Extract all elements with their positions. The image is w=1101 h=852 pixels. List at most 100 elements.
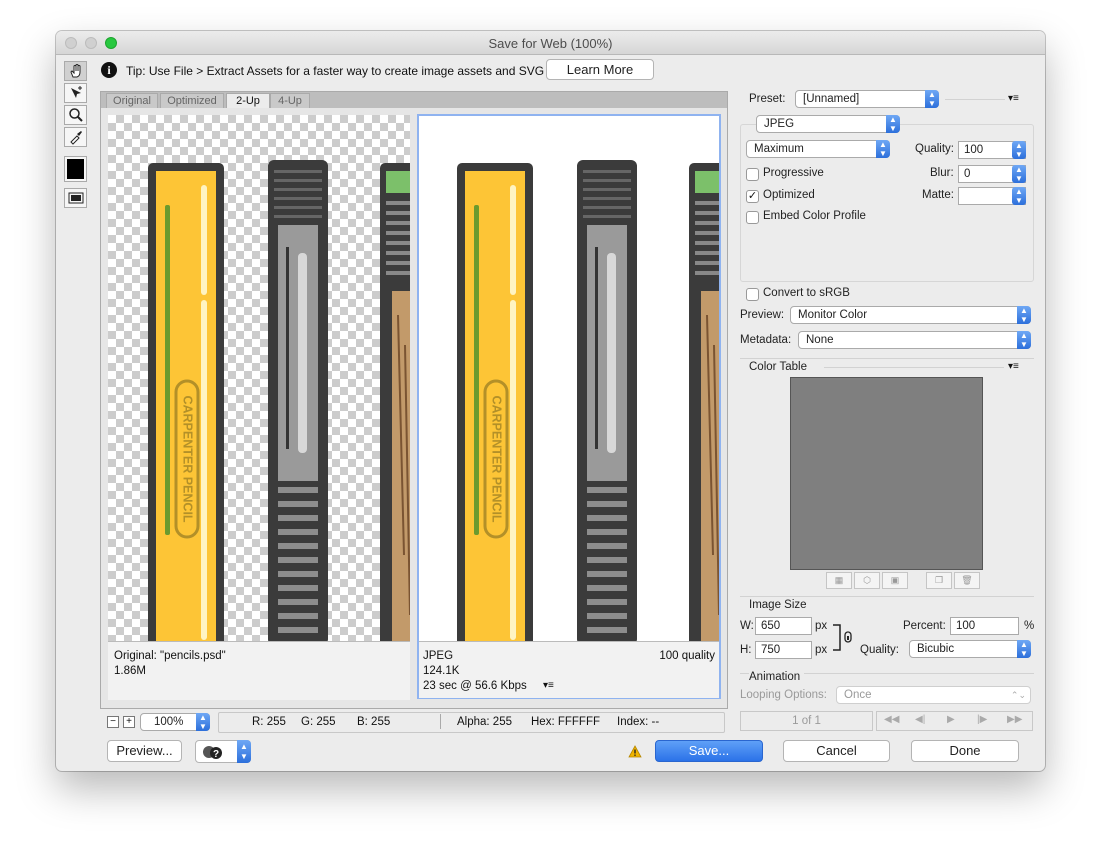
blue-value: B: 255 [357, 716, 391, 728]
browser-select-arrows-icon: ▲ ▼ [237, 740, 251, 763]
map-transparent-icon[interactable]: ▦ [826, 572, 852, 589]
animation-controls: ◀◀ ◀| ▶ |▶ ▶▶ [876, 711, 1033, 731]
preset-arrows-icon: ▲ ▼ [925, 90, 939, 108]
alpha-value: Alpha: 255 [457, 716, 512, 728]
preview-button[interactable]: Preview... [107, 740, 182, 762]
save-for-web-window: Save for Web (100%) i Tip: Use File > Ex… [56, 31, 1045, 771]
new-color-icon[interactable]: ❐ [926, 572, 952, 589]
pencils-artwork-jpeg: CARPENTER PENCIL [457, 160, 719, 641]
resample-arrows-icon: ▲ ▼ [1017, 640, 1031, 658]
optimized-download-time: 23 sec @ 56.6 Kbps [423, 680, 527, 692]
original-info-panel: Original: "pencils.psd" 1.86M [108, 641, 410, 700]
zoom-level-value: 100% [154, 716, 184, 728]
warning-icon [628, 745, 642, 758]
zoom-out-button[interactable]: − [107, 716, 119, 728]
save-button[interactable]: Save... [655, 740, 763, 762]
eyedropper-icon [69, 131, 82, 145]
optimize-menu-icon[interactable]: ▾≡ [1008, 93, 1019, 104]
original-preview-image[interactable]: CARPENTER PENCIL [108, 115, 410, 641]
optimized-preview-image[interactable]: CARPENTER PENCIL [419, 116, 719, 641]
height-label: H: [740, 644, 752, 656]
zoom-level-select[interactable]: 100% ▲ ▼ [140, 713, 210, 731]
metadata-label: Metadata: [740, 334, 792, 346]
progressive-checkbox[interactable] [746, 168, 759, 181]
width-unit: px [815, 620, 828, 632]
done-button[interactable]: Done [911, 740, 1019, 762]
next-frame-icon: |▶ [977, 714, 988, 725]
percent-input[interactable]: 100 [950, 617, 1019, 635]
matte-select-icon[interactable]: ▲ ▼ [1012, 187, 1026, 205]
red-value: R: 255 [252, 716, 286, 728]
title-bar: Save for Web (100%) [56, 31, 1045, 55]
resample-value: Bicubic [917, 643, 955, 655]
optimized-format: JPEG [423, 650, 454, 662]
tab-4-up[interactable]: 4-Up [270, 93, 310, 108]
color-table-menu-icon[interactable]: ▾≡ [1008, 361, 1019, 372]
embed-color-profile-label: Embed Color Profile [763, 210, 866, 222]
height-value: 750 [761, 644, 781, 656]
quality-label: Quality: [915, 143, 954, 155]
eyedropper-tool[interactable] [64, 127, 87, 147]
annotation-menu-icon[interactable]: ▾≡ [543, 680, 554, 691]
compression-quality-select[interactable]: Maximum ▲ ▼ [746, 140, 890, 158]
original-filename: Original: "pencils.psd" [114, 650, 226, 662]
last-frame-icon: ▶▶ [1007, 714, 1023, 725]
looping-select: Once ⌃⌄ [836, 686, 1031, 704]
resample-select[interactable]: Bicubic ▲ ▼ [909, 640, 1031, 658]
slice-visibility-icon [68, 192, 83, 204]
browser-preview-select[interactable]: ? ▲ ▼ [195, 740, 251, 763]
preview-label: Preview: [740, 309, 785, 321]
frame-counter: 1 of 1 [740, 711, 873, 731]
optimized-label: Optimized [763, 189, 815, 201]
pencil-label-optimized: CARPENTER PENCIL [490, 395, 504, 522]
width-label: W: [740, 620, 754, 632]
optimized-checkbox[interactable]: ✓ [746, 190, 759, 203]
tab-optimized[interactable]: Optimized [160, 93, 224, 108]
image-size-title: Image Size [749, 599, 807, 611]
embed-color-profile-checkbox[interactable] [746, 211, 759, 224]
toggle-slices-tool[interactable] [64, 188, 87, 208]
file-format-arrows-icon: ▲ ▼ [886, 115, 900, 133]
play-icon: ▶ [947, 714, 955, 725]
convert-srgb-checkbox[interactable] [746, 288, 759, 301]
eyedropper-color-swatch[interactable] [64, 156, 87, 182]
hand-tool[interactable] [64, 61, 87, 81]
zoom-select-arrows-icon: ▲ ▼ [196, 713, 210, 731]
preview-color-value: Monitor Color [798, 309, 868, 321]
cancel-button[interactable]: Cancel [783, 740, 890, 762]
optimized-quality: 100 quality [659, 650, 715, 662]
magnifier-icon [68, 108, 83, 122]
hex-value: Hex: FFFFFF [531, 716, 600, 728]
slice-select-tool[interactable] [64, 83, 87, 103]
metadata-select[interactable]: None ▲ ▼ [798, 331, 1031, 349]
zoom-tool[interactable] [64, 105, 87, 125]
trash-icon[interactable]: 🗑 [954, 572, 980, 589]
blur-stepper-icon[interactable]: ▲ ▼ [1012, 165, 1026, 183]
preset-divider [945, 99, 1005, 100]
preset-select[interactable]: [Unnamed] ▲ ▼ [795, 90, 939, 108]
tab-original[interactable]: Original [106, 93, 158, 108]
height-input[interactable]: 750 [755, 641, 812, 659]
preset-value: [Unnamed] [803, 93, 860, 105]
svg-text:?: ? [213, 749, 219, 760]
web-shift-icon[interactable]: ⬡ [854, 572, 880, 589]
hand-icon [69, 64, 80, 78]
percent-label: Percent: [903, 620, 946, 632]
constrain-proportions-icon[interactable] [831, 623, 857, 653]
green-value: G: 255 [301, 716, 336, 728]
color-table-divider [824, 367, 1004, 368]
lock-color-icon[interactable]: ▣ [882, 572, 908, 589]
settings-divider [740, 358, 1034, 359]
tab-2-up[interactable]: 2-Up [226, 93, 270, 108]
pencils-artwork: CARPENTER PENCIL [148, 160, 410, 641]
browser-globe-icon: ? [203, 746, 222, 760]
file-format-select[interactable]: JPEG ▲ ▼ [756, 115, 900, 133]
zoom-in-button[interactable]: + [123, 716, 135, 728]
color-table-area[interactable] [790, 377, 983, 570]
learn-more-button[interactable]: Learn More [546, 59, 654, 80]
info-icon: i [101, 62, 117, 78]
quality-stepper-icon[interactable]: ▲ ▼ [1012, 141, 1026, 159]
first-frame-icon: ◀◀ [884, 714, 900, 725]
preview-color-select[interactable]: Monitor Color ▲ ▼ [790, 306, 1031, 324]
width-input[interactable]: 650 [755, 617, 812, 635]
